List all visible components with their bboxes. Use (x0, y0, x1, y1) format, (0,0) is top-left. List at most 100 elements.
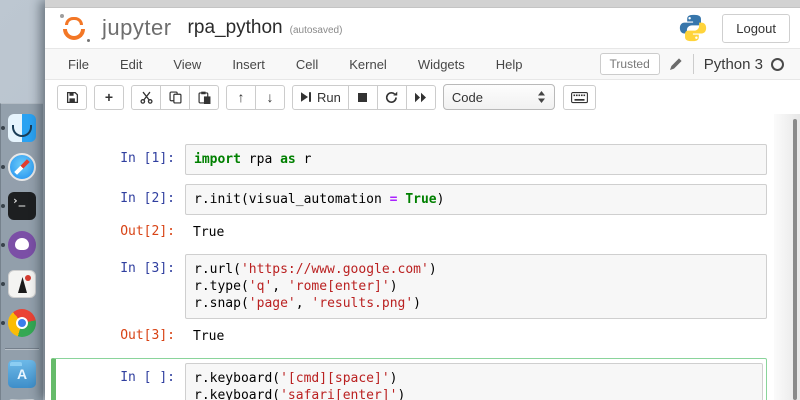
terminal-icon (8, 192, 36, 220)
logout-button[interactable]: Logout (722, 14, 790, 43)
restart-icon (385, 91, 398, 104)
chrome-icon (8, 309, 36, 337)
input-prompt: In [1]: (60, 144, 185, 175)
applications-folder-icon (8, 360, 36, 388)
dock-item-finder[interactable] (7, 114, 37, 142)
dock-item-applications-folder[interactable] (7, 360, 37, 388)
menu-file[interactable]: File (68, 57, 89, 72)
notebook-header: jupyter rpa_python (autosaved) Logout (45, 8, 800, 48)
output-text: True (185, 327, 767, 346)
run-cell-button[interactable]: Run (292, 85, 349, 110)
header-divider (693, 54, 694, 74)
vertical-scrollbar[interactable] (793, 119, 797, 400)
running-indicator-dot (1, 321, 5, 325)
java-duke-icon (8, 270, 36, 298)
dock-divider (5, 348, 39, 349)
dock-item-safari[interactable] (7, 153, 37, 181)
jupyter-brand-text[interactable]: jupyter (102, 15, 172, 41)
fast-forward-icon (414, 92, 427, 103)
code-input-area[interactable]: import rpa as r (185, 144, 767, 175)
running-indicator-dot (1, 282, 5, 286)
stop-icon (357, 92, 368, 103)
code-text: r.init(visual_automation = True) (194, 191, 758, 208)
move-cell-down-button[interactable]: ↓ (255, 85, 285, 110)
copy-cell-button[interactable] (160, 85, 190, 110)
menu-view[interactable]: View (173, 57, 201, 72)
cut-cell-button[interactable] (131, 85, 161, 110)
dock-item-chrome[interactable] (7, 309, 37, 337)
run-button-label: Run (317, 90, 341, 105)
cut-scissors-icon (140, 91, 153, 104)
cells-container: In [1]: import rpa as r In [2]: r.init(visu… (60, 144, 767, 400)
menu-widgets[interactable]: Widgets (418, 57, 465, 72)
code-text: r.url('https://www.google.com')r.type('q… (194, 261, 758, 312)
autosave-status: (autosaved) (290, 25, 343, 36)
save-button[interactable] (57, 85, 87, 110)
restart-kernel-button[interactable] (377, 85, 407, 110)
code-input-area[interactable]: r.keyboard('[cmd][space]')r.keyboard('sa… (185, 363, 763, 400)
add-cell-button[interactable]: + (94, 85, 124, 110)
dock-item-terminal[interactable] (7, 192, 37, 220)
save-icon (66, 91, 79, 104)
command-palette-button[interactable] (563, 85, 596, 110)
run-step-forward-icon (300, 91, 312, 103)
jupyter-logo-icon[interactable] (60, 13, 90, 43)
output-area: Out[2]:True (60, 223, 767, 242)
github-icon (8, 231, 36, 259)
dock-item-java[interactable] (7, 270, 37, 298)
notebook-cell[interactable]: In [ ]: r.keyboard('[cmd][space]')r.keybo… (51, 358, 767, 400)
cell-type-value: Code (452, 90, 537, 105)
arrow-up-icon: ↑ (238, 90, 245, 104)
cell-type-dropdown[interactable]: Code (443, 84, 555, 110)
notebook-cell[interactable]: In [3]:r.url('https://www.google.com')r.… (60, 254, 767, 319)
output-prompt: Out[3]: (60, 327, 185, 346)
dock-item-github[interactable] (7, 231, 37, 259)
toolbar: + (45, 80, 800, 115)
running-indicator-dot (1, 165, 5, 169)
keyboard-icon (571, 91, 588, 104)
finder-icon (8, 114, 36, 142)
menu-help[interactable]: Help (496, 57, 523, 72)
input-prompt: In [2]: (60, 184, 185, 215)
menu-cell[interactable]: Cell (296, 57, 318, 72)
screen: jupyter rpa_python (autosaved) Logout Fi… (0, 0, 800, 400)
notebook-cell[interactable]: In [2]: r.init(visual_automation = True) (60, 184, 767, 215)
menu-edit[interactable]: Edit (120, 57, 142, 72)
output-area: Out[3]:True (60, 327, 767, 346)
notebook-content: In [1]: import rpa as r In [2]: r.init(visu… (45, 114, 800, 400)
code-input-area[interactable]: r.url('https://www.google.com')r.type('q… (185, 254, 767, 319)
menu-insert[interactable]: Insert (232, 57, 265, 72)
running-indicator-dot (1, 126, 5, 130)
arrow-down-icon: ↓ (267, 90, 274, 104)
running-indicator-dot (1, 243, 5, 247)
trusted-badge[interactable]: Trusted (600, 53, 660, 75)
code-text: import rpa as r (194, 151, 758, 168)
paste-icon (198, 91, 211, 104)
input-prompt: In [ ]: (59, 363, 185, 400)
dropdown-arrows-icon (537, 91, 546, 103)
menu-kernel[interactable]: Kernel (349, 57, 387, 72)
interrupt-kernel-button[interactable] (348, 85, 378, 110)
python-logo-icon (678, 13, 708, 43)
output-text: True (185, 223, 767, 242)
plus-icon: + (105, 90, 113, 104)
notebook-title[interactable]: rpa_python (188, 17, 283, 39)
copy-icon (169, 91, 182, 104)
code-text: r.keyboard('[cmd][space]')r.keyboard('sa… (194, 370, 754, 400)
window-top-edge (45, 0, 800, 8)
input-prompt: In [3]: (60, 254, 185, 319)
edit-pencil-icon (669, 57, 683, 71)
move-cell-up-button[interactable]: ↑ (226, 85, 256, 110)
restart-run-all-button[interactable] (406, 85, 436, 110)
kernel-idle-indicator-icon (771, 58, 784, 71)
code-input-area[interactable]: r.init(visual_automation = True) (185, 184, 767, 215)
paste-cell-button[interactable] (189, 85, 219, 110)
running-indicator-dot (1, 204, 5, 208)
menubar: File Edit View Insert Cell Kernel Widget… (45, 48, 800, 80)
notebook-cell[interactable]: In [1]: import rpa as r (60, 144, 767, 175)
safari-icon (8, 153, 36, 181)
macos-dock (0, 103, 43, 400)
jupyter-window: jupyter rpa_python (autosaved) Logout Fi… (45, 0, 800, 400)
output-prompt: Out[2]: (60, 223, 185, 242)
kernel-name[interactable]: Python 3 (704, 56, 763, 73)
